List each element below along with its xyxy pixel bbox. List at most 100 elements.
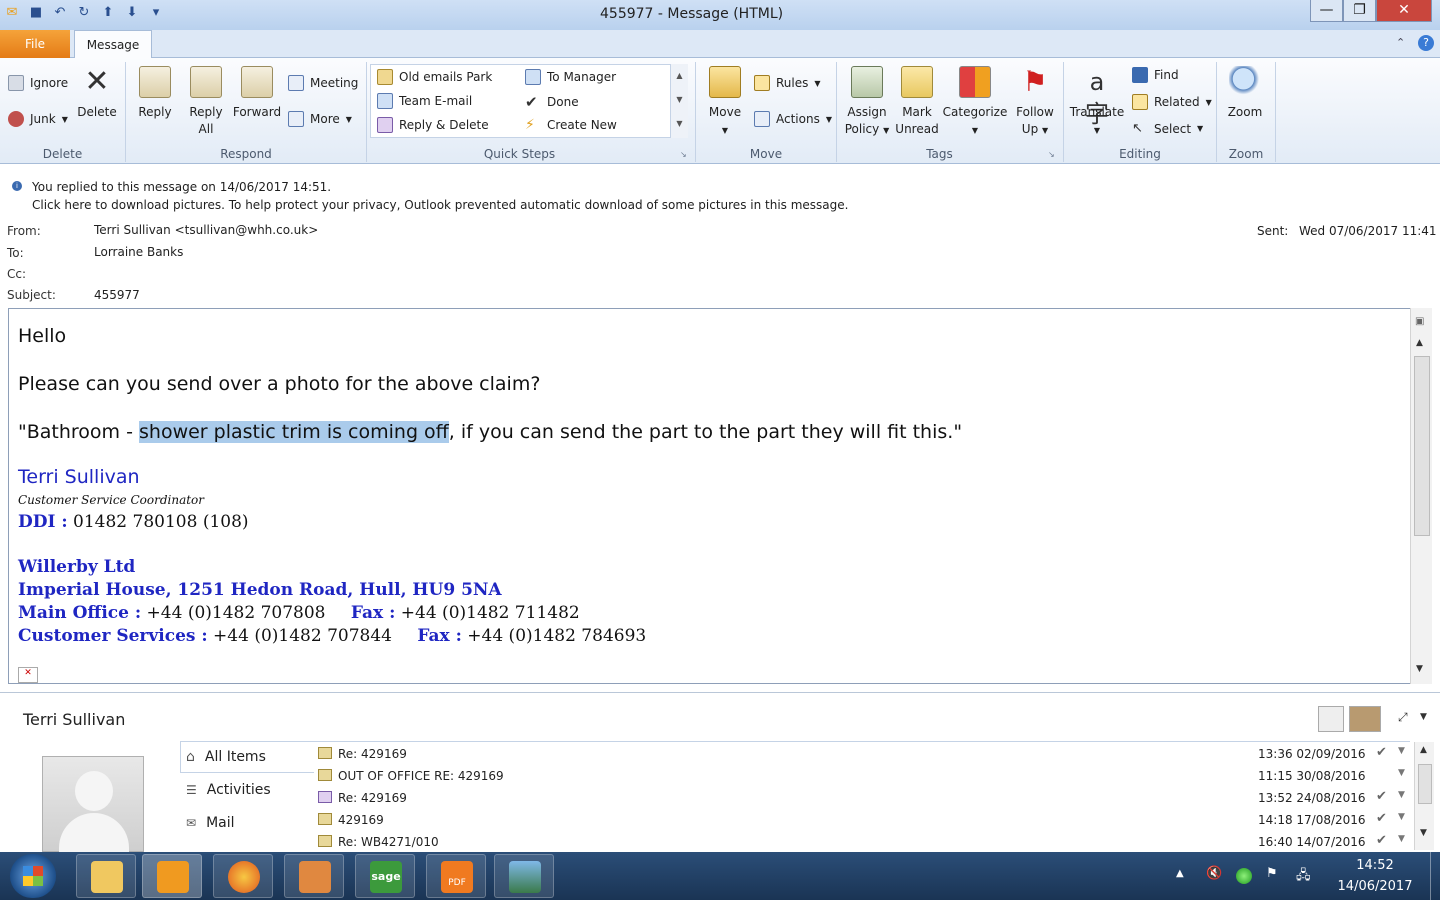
close-button[interactable]: ✕ bbox=[1376, 0, 1432, 22]
quick-step-done[interactable]: ✔ Done bbox=[525, 93, 579, 111]
main-office-label: Main Office : bbox=[18, 603, 142, 623]
message-body[interactable]: Hello Please can you send over a photo f… bbox=[8, 308, 1432, 684]
follow-up-label-2: Up bbox=[1021, 122, 1039, 136]
expand-icon[interactable]: ⤢ bbox=[1398, 710, 1408, 725]
mail-row[interactable]: Re: WB4271/010 16:40 14/07/2016 ✔ ▼ bbox=[318, 832, 1410, 852]
redo-icon[interactable]: ↻ bbox=[74, 3, 94, 23]
clock-date[interactable]: 14/06/2017 bbox=[1332, 879, 1418, 894]
download-pictures-notice[interactable]: Click here to download pictures. To help… bbox=[32, 198, 848, 212]
customize-qat-icon[interactable]: ▾ bbox=[146, 3, 166, 23]
from-value[interactable]: Terri Sullivan <tsullivan@whh.co.uk> bbox=[94, 223, 318, 237]
more-button[interactable]: More ▼ bbox=[288, 111, 352, 127]
move-button[interactable]: Move ▼ bbox=[704, 66, 746, 139]
delete-button[interactable]: ✕ Delete bbox=[76, 66, 118, 121]
scroll-up-icon[interactable]: ▲ bbox=[1416, 338, 1423, 348]
minimize-button[interactable]: — bbox=[1310, 0, 1343, 22]
related-button[interactable]: Related ▼ bbox=[1132, 94, 1212, 110]
scroll-up-icon[interactable]: ▲ bbox=[671, 64, 688, 88]
minimize-ribbon-icon[interactable]: ⌃ bbox=[1396, 36, 1405, 49]
scroll-thumb[interactable] bbox=[1414, 356, 1430, 536]
scroll-top-icon[interactable]: ▣ bbox=[1415, 316, 1424, 327]
contact-photo-icon[interactable] bbox=[1349, 706, 1381, 732]
quick-step-to-manager[interactable]: To Manager bbox=[525, 69, 616, 85]
row-dropdown-icon[interactable]: ▼ bbox=[1398, 746, 1405, 756]
taskbar-sage[interactable]: sage bbox=[355, 854, 415, 898]
select-button[interactable]: ↖ Select ▼ bbox=[1132, 121, 1203, 136]
mail-list-scrollbar[interactable]: ▲ ▼ bbox=[1414, 742, 1434, 850]
status-green-icon[interactable] bbox=[1236, 868, 1252, 884]
find-button[interactable]: Find bbox=[1132, 67, 1179, 83]
scroll-down-icon[interactable]: ▼ bbox=[1416, 664, 1423, 674]
mail-date: 11:15 30/08/2016 bbox=[1258, 769, 1366, 783]
mail-row[interactable]: Re: 429169 13:52 24/08/2016 ✔ ▼ bbox=[318, 788, 1410, 810]
assign-policy-button[interactable]: Assign Policy ▼ bbox=[842, 66, 892, 139]
collapse-arrow-icon[interactable]: ▼ bbox=[1420, 712, 1427, 722]
mail-row[interactable]: OUT OF OFFICE RE: 429169 11:15 30/08/201… bbox=[318, 766, 1410, 788]
row-dropdown-icon[interactable]: ▼ bbox=[1398, 790, 1405, 800]
taskbar-pdf[interactable]: PDF bbox=[426, 854, 486, 898]
nav-all-items[interactable]: ⌂ All Items bbox=[186, 749, 266, 765]
scroll-down-icon[interactable]: ▼ bbox=[1420, 828, 1427, 838]
quick-steps-scroll[interactable]: ▲ ▼ ▼ bbox=[670, 64, 688, 138]
outlook-icon: ✉ bbox=[6, 5, 18, 20]
scroll-thumb[interactable] bbox=[1418, 764, 1432, 804]
clock-time[interactable]: 14:52 bbox=[1340, 858, 1410, 873]
junk-button[interactable]: Junk ▼ bbox=[8, 111, 68, 127]
tab-message[interactable]: Message bbox=[74, 30, 152, 59]
tab-file[interactable]: File bbox=[0, 30, 70, 58]
taskbar-photo-viewer[interactable] bbox=[494, 854, 554, 898]
quick-step-create-new[interactable]: ⚡ Create New bbox=[525, 117, 617, 133]
reply-all-button[interactable]: Reply All bbox=[184, 66, 228, 138]
quick-step-team-email[interactable]: Team E-mail bbox=[377, 93, 472, 109]
taskbar-user-app[interactable] bbox=[284, 854, 344, 898]
more-quick-steps-icon[interactable]: ▼ bbox=[671, 112, 688, 136]
rules-button[interactable]: Rules ▼ bbox=[754, 75, 821, 91]
zoom-button[interactable]: Zoom bbox=[1222, 66, 1268, 121]
actions-button[interactable]: Actions ▼ bbox=[754, 111, 832, 127]
translate-button[interactable]: a字 Translate ▼ bbox=[1068, 66, 1126, 139]
restore-button[interactable]: ❐ bbox=[1343, 0, 1376, 22]
dialog-launcher-icon[interactable]: ↘ bbox=[1048, 150, 1055, 159]
meeting-button[interactable]: Meeting bbox=[288, 75, 358, 91]
nav-mail[interactable]: ✉ Mail bbox=[186, 815, 235, 831]
show-hidden-icons[interactable]: ▲ bbox=[1176, 868, 1184, 879]
done-checkmark-icon: ✔ bbox=[1376, 833, 1387, 848]
group-label-zoom: Zoom bbox=[1228, 147, 1264, 161]
contact-thumb-icon[interactable] bbox=[1318, 706, 1344, 732]
forward-button[interactable]: Forward bbox=[230, 66, 284, 121]
mark-unread-button[interactable]: Mark Unread bbox=[894, 66, 940, 138]
help-icon[interactable]: ? bbox=[1418, 35, 1434, 51]
up-arrow-icon[interactable]: ⬆ bbox=[98, 3, 118, 23]
down-arrow-icon[interactable]: ⬇ bbox=[122, 3, 142, 23]
taskbar-outlook[interactable] bbox=[142, 854, 202, 898]
message-scrollbar[interactable]: ▣ ▲ ▼ bbox=[1410, 308, 1432, 684]
ignore-button[interactable]: Ignore bbox=[8, 75, 68, 91]
to-value[interactable]: Lorraine Banks bbox=[94, 245, 183, 259]
quick-step-reply-delete[interactable]: Reply & Delete bbox=[377, 117, 489, 133]
row-dropdown-icon[interactable]: ▼ bbox=[1398, 834, 1405, 844]
show-desktop-button[interactable] bbox=[1430, 852, 1440, 900]
volume-muted-icon[interactable]: 🔇 bbox=[1206, 866, 1222, 881]
start-button[interactable] bbox=[10, 854, 56, 898]
taskbar-explorer[interactable] bbox=[76, 854, 136, 898]
quick-step-old-emails-park[interactable]: Old emails Park bbox=[377, 69, 492, 85]
mail-icon: ✉ bbox=[186, 816, 197, 830]
row-dropdown-icon[interactable]: ▼ bbox=[1398, 768, 1405, 778]
mail-row[interactable]: Re: 429169 13:36 02/09/2016 ✔ ▼ bbox=[318, 744, 1410, 766]
taskbar-firefox[interactable] bbox=[213, 854, 273, 898]
network-icon[interactable]: 🖧 bbox=[1296, 866, 1311, 888]
follow-up-button[interactable]: ⚑ Follow Up ▼ bbox=[1012, 66, 1058, 139]
pdf-icon: PDF bbox=[441, 861, 473, 893]
undo-icon[interactable]: ↶ bbox=[50, 3, 70, 23]
mail-row[interactable]: 429169 14:18 17/08/2016 ✔ ▼ bbox=[318, 810, 1410, 832]
action-center-flag-icon[interactable]: ⚑ bbox=[1266, 866, 1278, 881]
reply-delete-icon bbox=[377, 117, 393, 133]
scroll-up-icon[interactable]: ▲ bbox=[1420, 745, 1427, 755]
categorize-button[interactable]: Categorize ▼ bbox=[942, 66, 1008, 139]
dialog-launcher-icon[interactable]: ↘ bbox=[680, 150, 687, 159]
nav-activities[interactable]: ☰ Activities bbox=[186, 782, 271, 798]
reply-button[interactable]: Reply bbox=[133, 66, 177, 121]
row-dropdown-icon[interactable]: ▼ bbox=[1398, 812, 1405, 822]
save-icon[interactable]: ■ bbox=[26, 3, 46, 23]
scroll-down-icon[interactable]: ▼ bbox=[671, 88, 688, 112]
